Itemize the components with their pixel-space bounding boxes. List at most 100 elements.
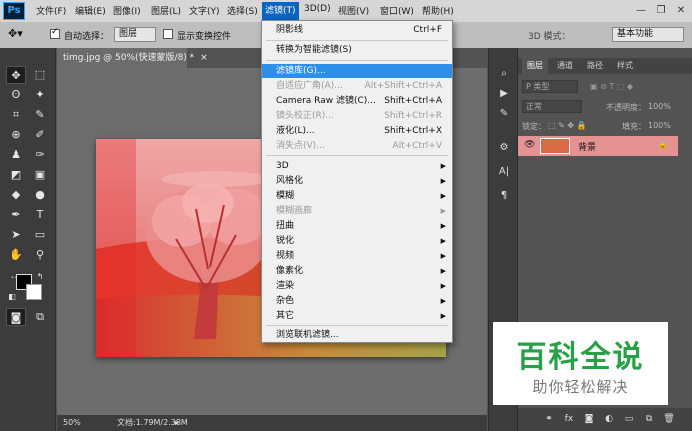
adjust-panel-icon[interactable]: ⚙ (495, 140, 513, 156)
quick-mask-icon[interactable]: ◙ (6, 308, 26, 326)
workspace-select[interactable]: 基本功能 (612, 27, 684, 42)
menu-item-stylize[interactable]: 风格化 ▶ (262, 174, 452, 188)
tab-paths[interactable]: 路径 (582, 58, 608, 74)
opacity-value[interactable]: 100% (648, 102, 671, 111)
menu-item-noise[interactable]: 杂色 ▶ (262, 294, 452, 308)
restore-icon[interactable]: ❐ (652, 3, 670, 19)
swap-colors-icon[interactable]: ↰ (34, 268, 46, 286)
auto-select-checkbox[interactable] (50, 27, 60, 39)
submenu-arrow-icon: ▶ (440, 207, 446, 215)
menu-filter[interactable]: 滤镜(T) (262, 2, 299, 20)
menu-window[interactable]: 窗口(W) (380, 4, 414, 17)
blend-mode-select[interactable]: 正常 (522, 100, 582, 113)
visibility-eye-icon[interactable]: 👁 (524, 140, 535, 150)
close-icon[interactable]: ✕ (672, 3, 690, 19)
menu-item-adaptive-wide-angle[interactable]: 自适应广角(A)... Alt+Shift+Ctrl+A (262, 79, 452, 93)
menu-help[interactable]: 帮助(H) (422, 4, 454, 17)
screen-mode-icon[interactable]: ⧉ (30, 308, 50, 326)
filter-icons[interactable]: ▣ ⊘ T ⬚ ◆ (590, 82, 633, 91)
auto-select-target-select[interactable]: 图层 (114, 27, 156, 42)
brush-panel-icon[interactable]: ✎ (495, 106, 513, 122)
path-select-icon[interactable]: ➤ (6, 226, 26, 244)
healing-brush-icon[interactable]: ⊕ (6, 126, 26, 144)
filter-dropdown-menu: 阴影线 Ctrl+F 转换为智能滤镜(S) 滤镜库(G)... 自适应广角(A).… (261, 20, 453, 343)
menu-item-browse-online[interactable]: 浏览联机滤镜... (262, 328, 452, 342)
brush-tool-icon[interactable]: ✐ (30, 126, 50, 144)
submenu-arrow-icon: ▶ (440, 162, 446, 170)
adjustment-layer-icon[interactable]: ◐ (602, 412, 616, 426)
menu-edit[interactable]: 编辑(E) (75, 4, 106, 17)
tab-layers[interactable]: 图层 (522, 58, 548, 74)
menu-3d[interactable]: 3D(D) (304, 4, 331, 14)
zoom-tool-icon[interactable]: ⚲ (30, 246, 50, 264)
character-panel-icon[interactable]: A| (495, 164, 513, 180)
background-color-swatch[interactable] (26, 284, 42, 300)
history-brush-icon[interactable]: ✑ (30, 146, 50, 164)
marquee-tool-icon[interactable]: ⬚ (30, 66, 50, 84)
menu-item-render[interactable]: 渲染 ▶ (262, 279, 452, 293)
pen-tool-icon[interactable]: ✒ (6, 206, 26, 224)
menu-item-vanishing-point[interactable]: 消失点(V)... Alt+Ctrl+V (262, 139, 452, 153)
clone-stamp-icon[interactable]: ♟ (6, 146, 26, 164)
link-layers-icon[interactable]: ⚭ (542, 412, 556, 426)
menu-layer[interactable]: 图层(L) (151, 4, 181, 17)
layer-row-background[interactable]: 👁 背景 🔒 (518, 136, 678, 156)
watermark-subtitle: 助你轻松解决 (532, 378, 629, 396)
delete-layer-icon[interactable]: 🗑 (662, 412, 676, 426)
actions-panel-icon[interactable]: ▶ (495, 86, 513, 102)
default-colors-icon[interactable]: ◧ (6, 288, 18, 306)
menu-item-filter-gallery[interactable]: 滤镜库(G)... (262, 64, 452, 78)
menu-item-distort[interactable]: 扭曲 ▶ (262, 219, 452, 233)
menu-item-sharpen[interactable]: 锐化 ▶ (262, 234, 452, 248)
menu-image[interactable]: 图像(I) (113, 4, 141, 17)
blur-tool-icon[interactable]: ◆ (6, 186, 26, 204)
menu-item-camera-raw[interactable]: Camera Raw 滤镜(C)... Shift+Ctrl+A (262, 94, 452, 108)
add-mask-icon[interactable]: ◙ (582, 412, 596, 426)
tab-channels[interactable]: 通道 (552, 58, 578, 74)
menu-item-lens-correction[interactable]: 镜头校正(R)... Shift+Ctrl+R (262, 109, 452, 123)
lasso-tool-icon[interactable]: ʘ (6, 86, 26, 104)
submenu-arrow-icon: ▶ (440, 312, 446, 320)
minimize-icon[interactable]: — (632, 3, 650, 19)
crop-tool-icon[interactable]: ⌗ (6, 106, 26, 124)
lock-icons[interactable]: ⬚ ✎ ✥ 🔒 (548, 121, 587, 130)
layer-name[interactable]: 背景 (578, 140, 596, 153)
kind-filter-select[interactable]: P 类型 (522, 80, 578, 93)
new-layer-icon[interactable]: ⧉ (642, 412, 656, 426)
menu-item-liquify[interactable]: 液化(L)... Shift+Ctrl+X (262, 124, 452, 138)
menu-item-other[interactable]: 其它 ▶ (262, 309, 452, 323)
tab-close-icon[interactable]: × (200, 53, 208, 63)
gradient-icon[interactable]: ▣ (30, 166, 50, 184)
menu-type[interactable]: 文字(Y) (189, 4, 220, 17)
new-group-icon[interactable]: ▭ (622, 412, 636, 426)
menu-item-blur-gallery[interactable]: 模糊画廊 ▶ (262, 204, 452, 218)
menu-file[interactable]: 文件(F) (36, 4, 66, 17)
menu-item-video[interactable]: 视频 ▶ (262, 249, 452, 263)
menu-item-blur[interactable]: 模糊 ▶ (262, 189, 452, 203)
menu-select[interactable]: 选择(S) (227, 4, 258, 17)
menu-item-smart-filter[interactable]: 转换为智能滤镜(S) (262, 43, 452, 57)
status-arrow-icon[interactable]: ▸ (175, 415, 179, 431)
document-tab[interactable]: timg.jpg @ 50%(快速蒙版/8) * × (57, 48, 208, 68)
eyedropper-icon[interactable]: ✎ (30, 106, 50, 124)
eraser-icon[interactable]: ◩ (6, 166, 26, 184)
fill-value[interactable]: 100% (648, 121, 671, 130)
shape-tool-icon[interactable]: ▭ (30, 226, 50, 244)
menu-item-pixelate[interactable]: 像素化 ▶ (262, 264, 452, 278)
menu-view[interactable]: 视图(V) (338, 4, 369, 17)
zoom-level[interactable]: 50% (63, 415, 81, 431)
show-transform-checkbox[interactable] (163, 29, 173, 39)
panel-tabs: 图层 通道 路径 样式 (518, 58, 692, 74)
move-tool-preset-icon[interactable]: ✥▾ (8, 27, 23, 40)
paragraph-panel-icon[interactable]: ¶ (495, 188, 513, 204)
menu-item-last-filter[interactable]: 阴影线 Ctrl+F (262, 23, 452, 37)
hand-tool-icon[interactable]: ✋ (6, 246, 26, 264)
history-panel-icon[interactable]: ⌕ (495, 66, 513, 82)
dodge-tool-icon[interactable]: ● (30, 186, 50, 204)
menu-item-3d[interactable]: 3D ▶ (262, 159, 452, 173)
tab-styles[interactable]: 样式 (612, 58, 638, 74)
move-tool-icon[interactable]: ✥ (6, 66, 26, 84)
magic-wand-icon[interactable]: ✦ (30, 86, 50, 104)
type-tool-icon[interactable]: T (30, 206, 50, 224)
fx-icon[interactable]: fx (562, 412, 576, 426)
